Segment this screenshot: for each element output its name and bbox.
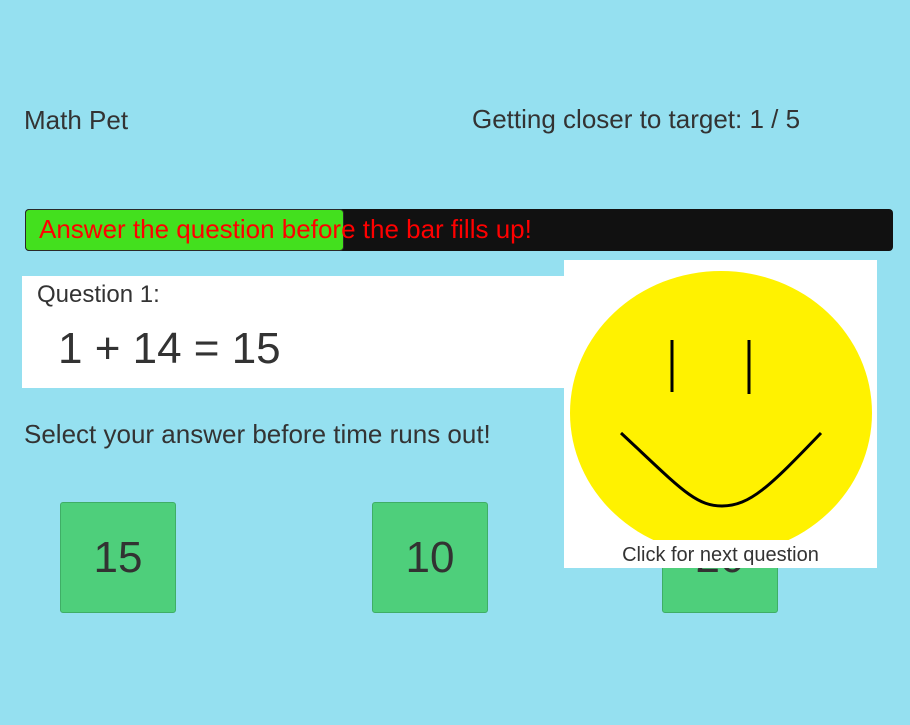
question-number-label: Question 1:: [37, 281, 160, 308]
timer-bar: Answer the question before the bar fills…: [25, 209, 893, 251]
timer-bar-label: Answer the question before the bar fills…: [39, 214, 532, 244]
question-panel: Question 1: 1 + 14 = 15: [22, 276, 582, 388]
answer-button-2[interactable]: 10: [372, 502, 488, 613]
smiley-face-icon: [570, 271, 872, 540]
app-title: Math Pet: [24, 105, 129, 135]
question-expression: 1 + 14 = 15: [58, 324, 281, 373]
next-question-caption: Click for next question: [622, 544, 819, 566]
answer-button-1[interactable]: 15: [60, 502, 176, 613]
pet-panel-next-question[interactable]: Click for next question: [564, 260, 877, 568]
instruction-text: Select your answer before time runs out!: [24, 419, 491, 449]
pet-face-circle: [570, 271, 872, 540]
target-progress-text: Getting closer to target: 1 / 5: [472, 104, 801, 134]
